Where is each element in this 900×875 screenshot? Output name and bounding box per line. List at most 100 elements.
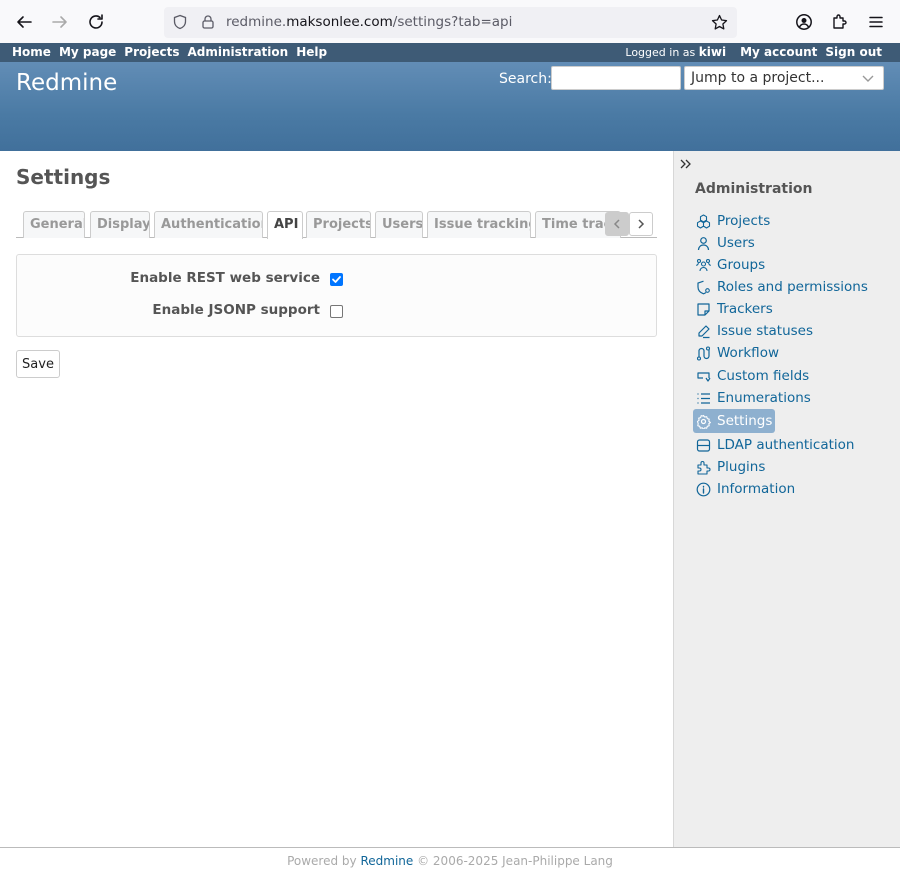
reload-icon <box>89 14 103 29</box>
admin-item-custom-fields[interactable]: Custom fields <box>693 365 812 387</box>
admin-item-label: Workflow <box>717 345 779 361</box>
save-button[interactable]: Save <box>16 350 60 378</box>
admin-item-label: Trackers <box>717 301 773 317</box>
admin-item-label: LDAP authentication <box>717 437 855 453</box>
admin-item-enumerations[interactable]: Enumerations <box>693 387 814 409</box>
admin-item-label: Issue statuses <box>717 323 814 339</box>
footer-redmine-link[interactable]: Redmine <box>360 854 413 868</box>
admin-item-label: Custom fields <box>717 368 810 384</box>
account-button[interactable] <box>792 10 816 34</box>
logged-in-as: Logged in as kiwi <box>625 45 727 59</box>
puzzle-icon <box>697 460 711 475</box>
top-menu-projects[interactable]: Projects <box>124 45 179 59</box>
account-icon <box>796 14 812 30</box>
tab-authentication[interactable]: Authentication <box>154 211 263 238</box>
tab-api[interactable]: API <box>267 211 303 239</box>
footer: Powered by Redmine © 2006-2025 Jean-Phil… <box>0 847 900 875</box>
menu-button[interactable] <box>864 10 888 34</box>
top-menu-my-page[interactable]: My page <box>59 45 116 59</box>
admin-item-ldap[interactable]: LDAP authentication <box>693 434 858 456</box>
user-icon <box>697 236 710 250</box>
search-label: Search: <box>499 71 552 87</box>
top-menu-administration[interactable]: Administration <box>188 45 289 59</box>
star-icon[interactable] <box>711 14 728 31</box>
list-icon <box>697 392 710 404</box>
settings-box: Enable REST web service Enable JSONP sup… <box>16 254 657 337</box>
tabs-scroll-left-button[interactable] <box>605 212 629 236</box>
info-icon <box>696 482 711 496</box>
chevron-left-icon <box>613 219 620 229</box>
checkmark-icon <box>332 276 341 283</box>
my-account-link[interactable]: My account <box>740 45 817 59</box>
sign-out-link[interactable]: Sign out <box>825 45 882 59</box>
url-text: redmine.maksonlee.com/settings?tab=api <box>226 14 513 30</box>
back-button[interactable] <box>12 10 36 34</box>
chevron-down-icon <box>862 75 874 82</box>
enable-jsonp-label: Enable JSONP support <box>152 302 320 318</box>
admin-item-projects[interactable]: Projects <box>693 210 773 232</box>
footer-prefix: Powered by <box>287 854 357 868</box>
chevron-right-icon <box>638 219 645 229</box>
admin-item-label: Groups <box>717 257 766 273</box>
admin-item-label: Information <box>717 481 796 497</box>
sidebar-title: Administration <box>695 181 813 197</box>
search-input[interactable] <box>551 66 681 90</box>
hamburger-icon <box>869 16 883 28</box>
puzzle-icon <box>833 14 847 29</box>
sticky-note-icon <box>697 302 710 316</box>
admin-item-users[interactable]: Users <box>693 232 758 254</box>
workflow-icon <box>696 345 711 361</box>
sidebar-collapse-icon[interactable] <box>679 157 693 171</box>
admin-item-label: Projects <box>717 213 771 229</box>
page-title: Settings <box>16 165 111 189</box>
shield-icon <box>697 280 710 294</box>
forward-button[interactable] <box>48 10 72 34</box>
server-icon <box>696 438 711 452</box>
edit-icon <box>698 324 710 338</box>
admin-item-issue-statuses[interactable]: Issue statuses <box>693 320 816 342</box>
url-bar[interactable]: redmine.maksonlee.com/settings?tab=api <box>164 7 737 38</box>
enable-rest-checkbox[interactable] <box>330 273 343 286</box>
top-menu-help[interactable]: Help <box>296 45 327 59</box>
admin-item-trackers[interactable]: Trackers <box>693 298 776 320</box>
enable-rest-label: Enable REST web service <box>130 270 320 286</box>
arrow-right-icon <box>52 16 67 28</box>
top-menu: Home My page Projects Administration Hel… <box>0 43 900 62</box>
tab-projects[interactable]: Projects <box>306 211 371 238</box>
admin-item-information[interactable]: Information <box>693 478 798 500</box>
tab-general[interactable]: General <box>23 211 85 238</box>
reload-button[interactable] <box>84 10 108 34</box>
main-content: Settings General Display Authentication … <box>0 151 673 847</box>
admin-item-label: Enumerations <box>717 390 811 406</box>
tab-display[interactable]: Display <box>90 211 150 238</box>
site-title[interactable]: Redmine <box>16 70 117 96</box>
admin-item-roles[interactable]: Roles and permissions <box>693 276 871 298</box>
lock-icon <box>202 15 214 29</box>
header: Redmine Search: Jump to a project... <box>0 62 900 151</box>
admin-item-workflow[interactable]: Workflow <box>693 342 782 364</box>
sidebar: Administration Projects Users Groups Rol… <box>673 151 900 847</box>
arrow-left-icon <box>17 16 32 28</box>
admin-item-label: Plugins <box>717 459 766 475</box>
custom-field-icon <box>697 371 711 382</box>
enable-jsonp-checkbox[interactable] <box>330 305 343 318</box>
tab-users[interactable]: Users <box>375 211 423 238</box>
tab-issue-tracking[interactable]: Issue tracking <box>427 211 531 238</box>
projects-icon <box>696 213 711 229</box>
admin-item-groups[interactable]: Groups <box>693 254 768 276</box>
current-user-link[interactable]: kiwi <box>699 45 726 59</box>
admin-item-settings[interactable]: Settings <box>693 409 776 433</box>
jump-to-project-select[interactable]: Jump to a project... <box>684 66 884 90</box>
tabs-scroll-right-button[interactable] <box>629 212 653 236</box>
jump-to-project-placeholder: Jump to a project... <box>691 70 825 86</box>
admin-item-label: Roles and permissions <box>717 279 868 295</box>
admin-item-label: Settings <box>717 413 773 429</box>
group-icon <box>696 258 711 271</box>
extensions-button[interactable] <box>828 10 852 34</box>
shield-icon <box>173 14 187 30</box>
admin-item-label: Users <box>717 235 755 251</box>
footer-copyright: © 2006-2025 Jean-Philippe Lang <box>417 854 613 868</box>
admin-item-plugins[interactable]: Plugins <box>693 456 768 478</box>
top-menu-home[interactable]: Home <box>12 45 51 59</box>
browser-toolbar: redmine.maksonlee.com/settings?tab=api <box>0 0 900 43</box>
